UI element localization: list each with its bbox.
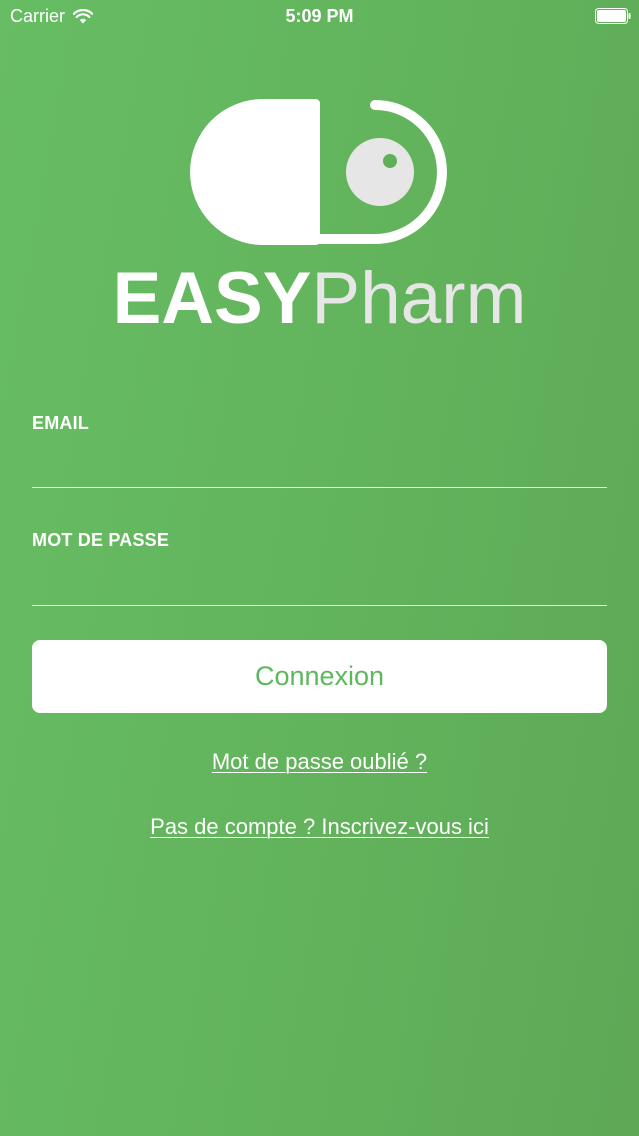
brand-name: EASYPharm — [0, 259, 639, 339]
register-row: Pas de compte ? Inscrivez-vous ici — [0, 814, 639, 840]
email-field[interactable] — [32, 452, 607, 488]
login-button[interactable]: Connexion — [32, 640, 607, 713]
brand-name-bold: EASY — [112, 258, 312, 339]
status-time: 5:09 PM — [285, 6, 354, 26]
register-link[interactable]: Pas de compte ? Inscrivez-vous ici — [150, 814, 489, 839]
password-field[interactable] — [32, 570, 607, 606]
pill-logo-icon — [190, 99, 447, 245]
forgot-password-link[interactable]: Mot de passe oublié ? — [212, 749, 427, 774]
password-label: MOT DE PASSE — [32, 530, 170, 550]
forgot-password-row: Mot de passe oublié ? — [0, 749, 639, 775]
email-label: EMAIL — [32, 413, 89, 433]
brand-name-light: Pharm — [311, 258, 527, 339]
status-bar: Carrier 5:09 PM — [0, 0, 639, 34]
battery-icon — [595, 8, 631, 24]
